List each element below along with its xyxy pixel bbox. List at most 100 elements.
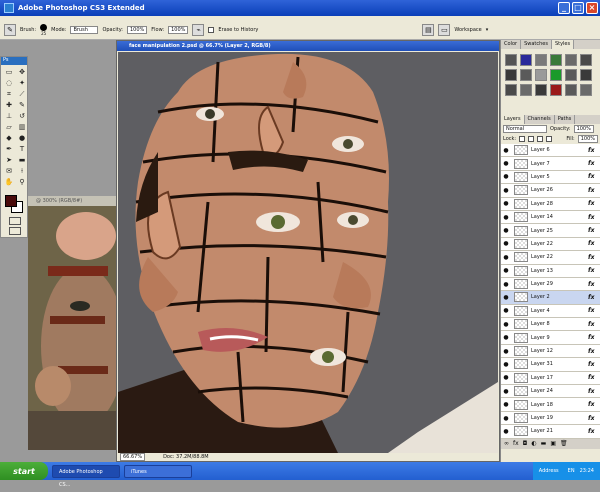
add-mask-icon[interactable]: ◘ bbox=[523, 440, 528, 448]
style-swatch[interactable] bbox=[550, 54, 562, 66]
mode-select[interactable]: Brush bbox=[70, 25, 99, 34]
layer-row[interactable]: ● Layer 26 fx bbox=[501, 184, 600, 198]
tab-swatches[interactable]: Swatches bbox=[521, 40, 552, 49]
erase-history-checkbox[interactable] bbox=[208, 26, 215, 33]
lock-position-icon[interactable] bbox=[537, 136, 544, 142]
hand-tool-icon[interactable]: ✋ bbox=[3, 177, 15, 187]
visibility-eye-icon[interactable]: ● bbox=[501, 267, 511, 274]
visibility-eye-icon[interactable]: ● bbox=[501, 415, 511, 422]
adjustment-layer-icon[interactable]: ◐ bbox=[531, 440, 536, 448]
visibility-eye-icon[interactable]: ● bbox=[501, 321, 511, 328]
layer-row[interactable]: ● Layer 9 fx bbox=[501, 331, 600, 345]
notes-tool-icon[interactable]: ✉ bbox=[3, 166, 15, 176]
visibility-eye-icon[interactable]: ● bbox=[501, 173, 511, 180]
brush-picker[interactable]: 25 bbox=[40, 23, 48, 36]
type-tool-icon[interactable]: T bbox=[16, 144, 28, 154]
visibility-eye-icon[interactable]: ● bbox=[501, 361, 511, 368]
visibility-eye-icon[interactable]: ● bbox=[501, 240, 511, 247]
style-swatch[interactable] bbox=[505, 69, 517, 81]
tab-channels[interactable]: Channels bbox=[525, 115, 555, 124]
layer-effects-icon[interactable]: fx bbox=[588, 160, 600, 167]
layer-row[interactable]: ● Layer 24 fx bbox=[501, 385, 600, 399]
pen-tool-icon[interactable]: ✒ bbox=[3, 144, 15, 154]
layer-effects-icon[interactable]: fx bbox=[588, 415, 600, 422]
blur-tool-icon[interactable]: ◆ bbox=[3, 133, 15, 143]
layer-row[interactable]: ● Layer 8 fx bbox=[501, 318, 600, 332]
lasso-tool-icon[interactable]: ◌ bbox=[3, 78, 15, 88]
layer-effects-icon[interactable]: fx bbox=[588, 348, 600, 355]
tab-layers[interactable]: Layers bbox=[501, 115, 525, 124]
visibility-eye-icon[interactable]: ● bbox=[501, 294, 511, 301]
new-group-icon[interactable]: ▬ bbox=[541, 440, 547, 448]
background-window-title[interactable]: @ 300% (RGB/8#) bbox=[28, 196, 116, 206]
clone-stamp-tool-icon[interactable]: ⊥ bbox=[3, 111, 15, 121]
layer-effects-icon[interactable]: fx bbox=[588, 374, 600, 381]
style-swatch[interactable] bbox=[565, 84, 577, 96]
layer-row[interactable]: ● Layer 13 fx bbox=[501, 264, 600, 278]
history-brush-tool-icon[interactable]: ↺ bbox=[16, 111, 28, 121]
layer-effects-icon[interactable]: fx bbox=[588, 147, 600, 154]
layer-row[interactable]: ● Layer 22 fx bbox=[501, 251, 600, 265]
foreground-color-swatch[interactable] bbox=[5, 195, 17, 207]
document-canvas[interactable] bbox=[118, 52, 498, 453]
visibility-eye-icon[interactable]: ● bbox=[501, 374, 511, 381]
layer-row[interactable]: ● Layer 7 fx bbox=[501, 157, 600, 171]
layer-effects-icon[interactable]: fx bbox=[588, 173, 600, 180]
layer-row[interactable]: ● Layer 17 fx bbox=[501, 371, 600, 386]
layer-effects-icon[interactable]: fx bbox=[588, 281, 600, 288]
background-document-window[interactable] bbox=[28, 196, 116, 450]
style-swatch[interactable] bbox=[535, 54, 547, 66]
layer-row[interactable]: ● Layer 5 fx bbox=[501, 170, 600, 185]
layer-effects-icon[interactable]: fx bbox=[588, 307, 600, 314]
crop-tool-icon[interactable]: ⌗ bbox=[3, 89, 15, 99]
layer-effects-icon[interactable]: fx bbox=[588, 227, 600, 234]
style-swatch[interactable] bbox=[580, 54, 592, 66]
taskbar-item-itunes[interactable]: iTunes bbox=[124, 464, 192, 478]
visibility-eye-icon[interactable]: ● bbox=[501, 281, 511, 288]
layer-row[interactable]: ● Layer 21 fx bbox=[501, 425, 600, 439]
visibility-eye-icon[interactable]: ● bbox=[501, 147, 511, 154]
layer-row[interactable]: ● Layer 14 fx bbox=[501, 210, 600, 225]
screen-mode-icon[interactable] bbox=[9, 227, 21, 235]
style-swatch[interactable] bbox=[565, 54, 577, 66]
layer-effects-icon[interactable]: fx bbox=[588, 401, 600, 408]
style-swatch[interactable] bbox=[520, 84, 532, 96]
layer-row[interactable]: ● Layer 25 fx bbox=[501, 224, 600, 238]
workspace-menu[interactable]: Workspace bbox=[454, 27, 481, 33]
start-button[interactable]: start bbox=[0, 462, 48, 480]
layer-effects-icon[interactable]: fx bbox=[588, 254, 600, 261]
taskbar-item-photoshop[interactable]: Adobe Photoshop CS... bbox=[52, 464, 120, 488]
layer-effects-icon[interactable]: fx bbox=[588, 187, 600, 194]
lock-all-icon[interactable] bbox=[546, 136, 553, 142]
layer-effects-icon[interactable]: fx bbox=[588, 294, 600, 301]
add-style-icon[interactable]: fx bbox=[513, 440, 519, 448]
palette-well-icon[interactable]: ▤ bbox=[422, 23, 435, 36]
style-swatch[interactable] bbox=[550, 69, 562, 81]
close-button[interactable]: × bbox=[586, 2, 598, 14]
style-swatch[interactable] bbox=[580, 84, 592, 96]
visibility-eye-icon[interactable]: ● bbox=[501, 200, 511, 207]
layer-effects-icon[interactable]: fx bbox=[588, 428, 600, 435]
visibility-eye-icon[interactable]: ● bbox=[501, 214, 511, 221]
layer-row[interactable]: ● Layer 4 fx bbox=[501, 304, 600, 319]
minimize-button[interactable]: _ bbox=[558, 2, 570, 14]
layer-effects-icon[interactable]: fx bbox=[588, 361, 600, 368]
style-swatch[interactable] bbox=[505, 84, 517, 96]
eraser-tool-preset-icon[interactable]: ✎ bbox=[4, 23, 16, 36]
opacity-input[interactable]: 100% bbox=[127, 25, 148, 34]
quick-mask-icon[interactable] bbox=[9, 217, 21, 225]
address-label[interactable]: Address bbox=[539, 468, 559, 474]
style-swatch[interactable] bbox=[535, 84, 547, 96]
visibility-eye-icon[interactable]: ● bbox=[501, 160, 511, 167]
eraser-tool-icon[interactable]: ▱ bbox=[3, 122, 15, 132]
visibility-eye-icon[interactable]: ● bbox=[501, 401, 511, 408]
language-indicator[interactable]: EN bbox=[568, 468, 575, 474]
link-layers-icon[interactable]: ∞ bbox=[504, 440, 509, 448]
style-swatch[interactable] bbox=[505, 54, 517, 66]
blend-mode-select[interactable]: Normal bbox=[503, 125, 547, 133]
layer-row[interactable]: ● Layer 28 fx bbox=[501, 197, 600, 211]
maximize-button[interactable]: □ bbox=[572, 2, 584, 14]
layer-effects-icon[interactable]: fx bbox=[588, 388, 600, 395]
layer-row[interactable]: ● Layer 2 fx bbox=[501, 291, 600, 305]
eyedropper-tool-icon[interactable]: ⟊ bbox=[16, 166, 28, 176]
